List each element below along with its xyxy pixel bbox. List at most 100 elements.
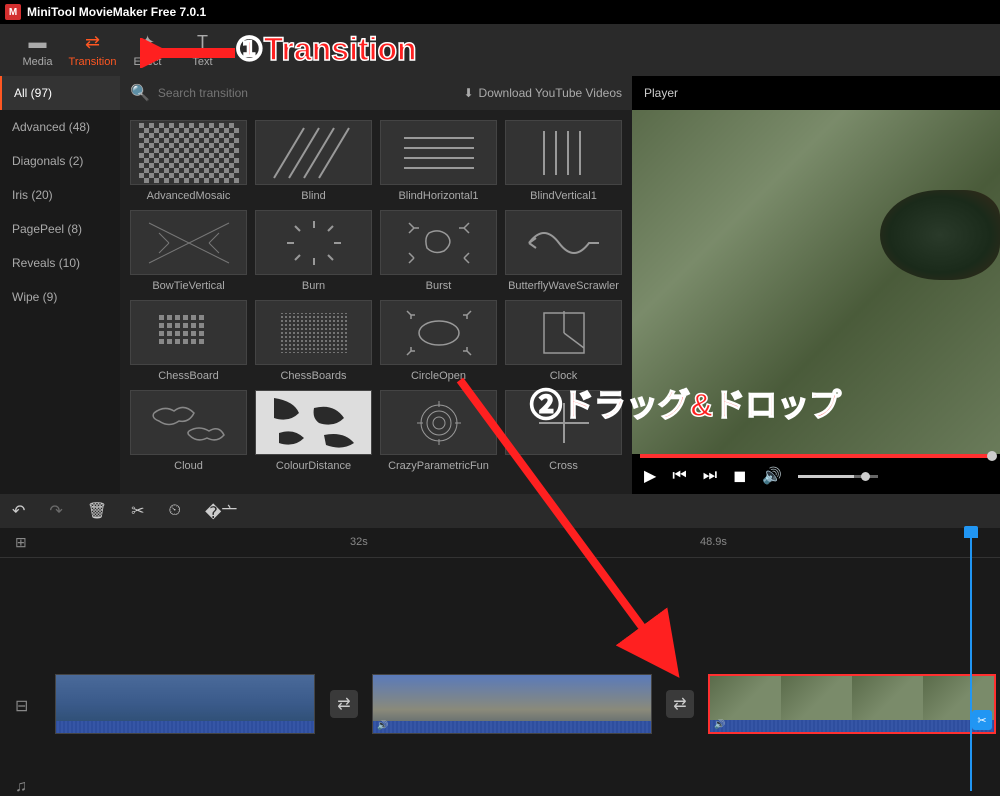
transition-name: ChessBoard xyxy=(158,370,219,382)
volume-icon[interactable]: 🔊 xyxy=(762,466,782,486)
volume-slider[interactable] xyxy=(798,475,878,478)
transition-slot[interactable]: ⇄ xyxy=(666,690,694,718)
transition-slot[interactable]: ⇄ xyxy=(330,690,358,718)
transition-name: Burn xyxy=(302,280,325,292)
time-marker: 48.9s xyxy=(700,536,727,548)
transition-thumb xyxy=(380,210,497,275)
video-clip[interactable] xyxy=(55,674,315,734)
player-title: Player xyxy=(632,76,1000,110)
transition-item[interactable]: ChessBoard xyxy=(130,300,247,382)
timeline[interactable]: ⊞ 32s 48.9s ⊟ ♫ ⇄ 🔊 ⇄ 🔊 ✂ xyxy=(0,528,1000,791)
transition-item[interactable]: Burn xyxy=(255,210,372,292)
add-track-icon[interactable]: ⊞ xyxy=(15,534,27,551)
preview-content xyxy=(880,190,1000,280)
text-label: Text xyxy=(192,56,212,68)
transition-thumb xyxy=(255,300,372,365)
transition-item[interactable]: BlindVertical1 xyxy=(505,120,622,202)
top-toolbar: ▬ Media ⇄ Transition ✦ Effect T Text xyxy=(0,24,1000,76)
transition-thumb xyxy=(130,210,247,275)
transition-item[interactable]: Burst xyxy=(380,210,497,292)
transition-name: Cross xyxy=(549,460,578,472)
player-panel: Player ▶ ⏮ ⏭ ◼ 🔊 xyxy=(632,76,1000,494)
transition-item[interactable]: Cloud xyxy=(130,390,247,472)
transition-tab[interactable]: ⇄ Transition xyxy=(65,25,120,75)
transition-thumb xyxy=(505,390,622,455)
sidebar-item-pagepeel[interactable]: PagePeel (8) xyxy=(0,212,120,246)
transition-thumb xyxy=(505,300,622,365)
timeline-toolbar: ↶ ↷ 🗑 ✂ ⏲ �亠 xyxy=(0,494,1000,528)
app-icon: M xyxy=(5,4,21,20)
transition-item[interactable]: BlindHorizontal1 xyxy=(380,120,497,202)
video-preview[interactable] xyxy=(632,110,1000,454)
media-label: Media xyxy=(23,56,53,68)
crop-button[interactable]: �亠 xyxy=(205,499,237,523)
sidebar-item-iris[interactable]: Iris (20) xyxy=(0,178,120,212)
download-link[interactable]: ⬇ Download YouTube Videos xyxy=(463,86,622,100)
split-badge[interactable]: ✂ xyxy=(972,710,992,730)
transition-item[interactable]: AdvancedMosaic xyxy=(130,120,247,202)
transition-name: ChessBoards xyxy=(280,370,346,382)
video-track-icon: ⊟ xyxy=(15,696,28,716)
transition-item[interactable]: ButterflyWaveScrawler xyxy=(505,210,622,292)
transition-name: Burst xyxy=(426,280,452,292)
next-button[interactable]: ⏭ xyxy=(703,467,717,485)
transition-name: Clock xyxy=(550,370,578,382)
timeline-ruler[interactable]: ⊞ 32s 48.9s xyxy=(0,528,1000,558)
transition-thumb xyxy=(380,390,497,455)
transition-name: CrazyParametricFun xyxy=(388,460,489,472)
stop-button[interactable]: ◼ xyxy=(733,466,746,486)
play-button[interactable]: ▶ xyxy=(644,466,656,486)
transition-item[interactable]: ChessBoards xyxy=(255,300,372,382)
delete-button[interactable]: 🗑 xyxy=(87,501,107,521)
speed-button[interactable]: ⏲ xyxy=(169,502,181,520)
transition-name: ColourDistance xyxy=(276,460,351,472)
sidebar-item-all[interactable]: All (97) xyxy=(0,76,120,110)
transition-thumb xyxy=(130,120,247,185)
transition-name: BlindHorizontal1 xyxy=(398,190,478,202)
video-clip-selected[interactable]: 🔊 ✂ xyxy=(708,674,996,734)
download-icon: ⬇ xyxy=(463,86,473,100)
effect-label: Effect xyxy=(134,56,162,68)
transition-thumb xyxy=(255,390,372,455)
transition-icon: ⇄ xyxy=(85,32,100,53)
titlebar: M MiniTool MovieMaker Free 7.0.1 xyxy=(0,0,1000,24)
transition-item[interactable]: CircleOpen xyxy=(380,300,497,382)
transition-name: ButterflyWaveScrawler xyxy=(508,280,619,292)
transition-thumb xyxy=(255,210,372,275)
folder-icon: ▬ xyxy=(29,32,47,53)
download-text: Download YouTube Videos xyxy=(479,86,622,100)
transition-item[interactable]: BowTieVertical xyxy=(130,210,247,292)
search-icon: 🔍 xyxy=(130,83,150,103)
prev-button[interactable]: ⏮ xyxy=(672,467,686,485)
transition-item[interactable]: Blind xyxy=(255,120,372,202)
sidebar-item-reveals[interactable]: Reveals (10) xyxy=(0,246,120,280)
text-icon: T xyxy=(197,32,208,53)
video-clip[interactable]: 🔊 xyxy=(372,674,652,734)
sidebar-item-advanced[interactable]: Advanced (48) xyxy=(0,110,120,144)
media-tab[interactable]: ▬ Media xyxy=(10,25,65,75)
main-panel: All (97) Advanced (48) Diagonals (2) Iri… xyxy=(0,76,1000,494)
sound-icon: 🔊 xyxy=(377,720,388,731)
progress-bar[interactable] xyxy=(640,454,992,458)
transition-name: CircleOpen xyxy=(411,370,466,382)
transition-name: AdvancedMosaic xyxy=(147,190,231,202)
transition-grid: AdvancedMosaic Blind BlindHorizontal1 Bl… xyxy=(120,110,632,482)
effect-icon: ✦ xyxy=(140,32,155,53)
sidebar-item-diagonals[interactable]: Diagonals (2) xyxy=(0,144,120,178)
transition-item[interactable]: Cross xyxy=(505,390,622,472)
audio-track-icon: ♫ xyxy=(15,778,27,796)
cut-button[interactable]: ✂ xyxy=(131,501,144,521)
playhead[interactable] xyxy=(970,528,972,791)
effect-tab[interactable]: ✦ Effect xyxy=(120,25,175,75)
transition-name: BowTieVertical xyxy=(152,280,224,292)
transition-item[interactable]: CrazyParametricFun xyxy=(380,390,497,472)
transition-item[interactable]: Clock xyxy=(505,300,622,382)
transition-thumb xyxy=(130,300,247,365)
sidebar-item-wipe[interactable]: Wipe (9) xyxy=(0,280,120,314)
transition-thumb xyxy=(130,390,247,455)
undo-button[interactable]: ↶ xyxy=(12,501,25,521)
text-tab[interactable]: T Text xyxy=(175,25,230,75)
transition-item[interactable]: ColourDistance xyxy=(255,390,372,472)
redo-button[interactable]: ↷ xyxy=(49,501,62,521)
search-input[interactable] xyxy=(158,86,456,100)
